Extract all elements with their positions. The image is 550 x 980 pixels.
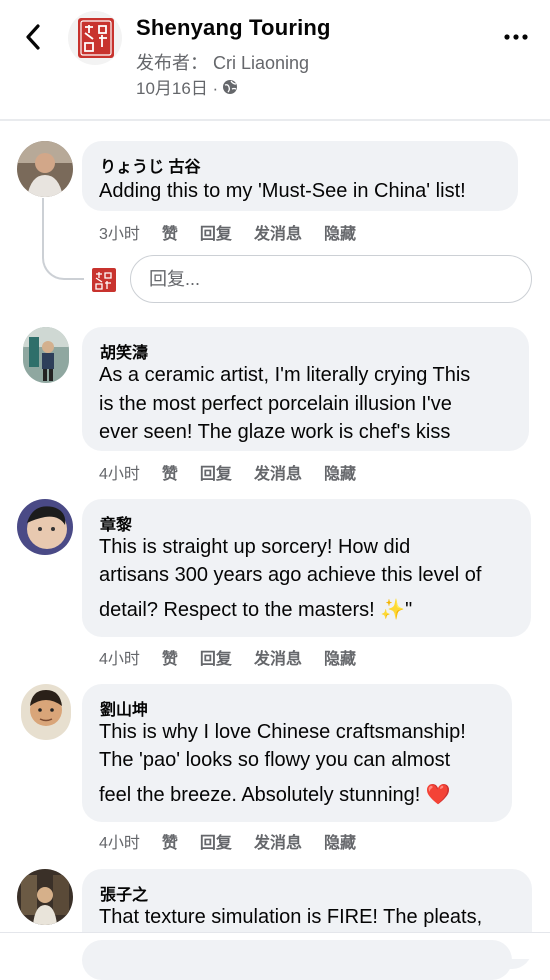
comment-actions: 4小时 赞 回复 发消息 隐藏 (99, 460, 378, 484)
seal-logo-icon (92, 268, 116, 292)
comment-bubble: 章黎 This is straight up sorcery! How did … (82, 499, 531, 637)
comment-actions: 4小时 赞 回复 发消息 隐藏 (99, 645, 378, 669)
post-date: 10月16日 · (136, 79, 219, 98)
comment-time: 3小时 (99, 226, 140, 243)
comment-bubble: りょうじ 古谷 Adding this to my 'Must-See in C… (82, 141, 518, 211)
page-avatar-seal[interactable] (68, 11, 122, 65)
reply-input[interactable] (147, 268, 511, 291)
comment-actions: 3小时 赞 回复 发消息 隐藏 (99, 220, 378, 244)
commenter-name[interactable]: 張子之 (100, 881, 148, 905)
header-divider (0, 119, 550, 121)
message-button[interactable]: 发消息 (254, 460, 302, 484)
comment-text: feel the breeze. Absolutely stunning! ❤️ (99, 784, 451, 806)
comment-bubble: 劉山坤 This is why I love Chinese craftsman… (82, 684, 512, 822)
post-date-row: 10月16日 · (136, 74, 238, 99)
hide-button[interactable]: 隐藏 (324, 460, 356, 484)
comment-text: is the most perfect porcelain illusion I… (99, 393, 452, 415)
avatar-photo-icon (17, 499, 73, 555)
publisher-label: 发布者： Cri Liaoning (136, 53, 310, 73)
message-button[interactable]: 发消息 (254, 645, 302, 669)
globe-icon (223, 79, 238, 94)
reply-button[interactable]: 回复 (200, 460, 232, 484)
hide-button[interactable]: 隐藏 (324, 829, 356, 853)
like-button[interactable]: 赞 (162, 829, 178, 853)
comment-time: 4小时 (99, 466, 140, 483)
commenter-name[interactable]: 胡笑濤 (100, 339, 148, 363)
like-button[interactable]: 赞 (162, 220, 178, 244)
reply-button[interactable]: 回复 (200, 829, 232, 853)
avatar-photo-icon (17, 869, 73, 925)
comment-text: ever seen! The glaze work is chef's kiss (99, 421, 451, 443)
page-title[interactable]: Shenyang Touring (136, 15, 331, 41)
like-button[interactable]: 赞 (162, 460, 178, 484)
comment-bubble: 胡笑濤 As a ceramic artist, I'm literally c… (82, 327, 529, 451)
avatar-photo-icon (23, 327, 69, 383)
comment-text: detail? Respect to the masters! ✨" (99, 599, 413, 621)
thread-connector (42, 198, 84, 280)
comment-text: The 'pao' looks so flowy you can almost (99, 749, 451, 771)
comment-text: That texture simulation is FIRE! The ple… (99, 906, 483, 928)
reply-button[interactable]: 回复 (200, 645, 232, 669)
seal-logo-icon (78, 18, 114, 58)
comment-actions: 4小时 赞 回复 发消息 隐藏 (99, 829, 378, 853)
commenter-avatar[interactable] (17, 141, 73, 197)
commenter-avatar[interactable] (21, 684, 71, 740)
comment-time: 4小时 (99, 835, 140, 852)
comment-text: Adding this to my 'Must-See in China' li… (99, 180, 466, 202)
reply-input-box[interactable] (130, 255, 532, 303)
commenter-name[interactable]: 章黎 (100, 511, 132, 535)
comment-text: artisans 300 years ago achieve this leve… (99, 564, 482, 586)
more-options-button[interactable] (500, 22, 532, 52)
commenter-avatar[interactable] (17, 499, 73, 555)
message-button[interactable]: 发消息 (254, 829, 302, 853)
like-button[interactable]: 赞 (162, 645, 178, 669)
comment-time: 4小时 (99, 651, 140, 668)
commenter-name[interactable]: りょうじ 古谷 (100, 153, 200, 177)
back-button[interactable] (18, 22, 48, 52)
hide-button[interactable]: 隐藏 (324, 645, 356, 669)
commenter-name[interactable]: 劉山坤 (100, 696, 148, 720)
comment-text: As a ceramic artist, I'm literally cryin… (99, 364, 471, 386)
avatar-photo-icon (21, 684, 71, 740)
reply-button[interactable]: 回复 (200, 220, 232, 244)
post-header: Shenyang Touring 发布者： Cri Liaoning 10月16… (0, 0, 550, 118)
commenter-avatar[interactable] (17, 869, 73, 925)
message-button[interactable]: 发消息 (254, 220, 302, 244)
hide-button[interactable]: 隐藏 (324, 220, 356, 244)
more-dots-icon (504, 34, 528, 40)
comment-text: This is straight up sorcery! How did (99, 536, 411, 558)
commenter-avatar[interactable] (23, 327, 69, 383)
reply-avatar-seal (90, 266, 118, 294)
chevron-left-icon (26, 24, 40, 50)
comment-text: This is why I love Chinese craftsmanship… (99, 721, 466, 743)
write-comment-input[interactable] (82, 940, 512, 980)
avatar-photo-icon (17, 141, 73, 197)
